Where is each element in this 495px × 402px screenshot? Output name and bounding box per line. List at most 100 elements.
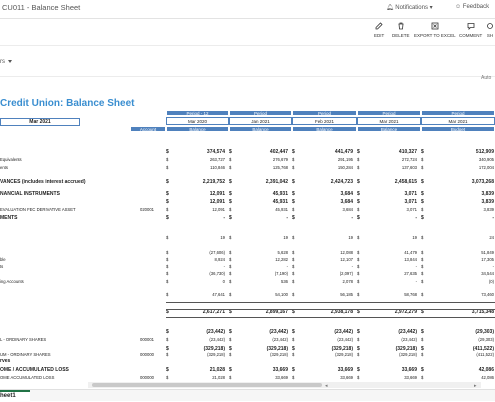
table-cell[interactable]: 56,185: [309, 292, 353, 297]
table-cell[interactable]: 33,669: [244, 367, 288, 373]
table-cell[interactable]: 58,768: [373, 292, 417, 297]
table-cell[interactable]: 19: [181, 235, 225, 240]
table-cell[interactable]: 33,669: [309, 367, 353, 373]
table-cell[interactable]: (23,442): [244, 329, 288, 335]
table-cell[interactable]: 17,305: [450, 257, 494, 262]
comment-button[interactable]: COMMENT: [459, 22, 482, 38]
table-cell[interactable]: 33,669: [373, 367, 417, 373]
filter-selector[interactable]: rs: [0, 59, 5, 65]
table-cell[interactable]: 12,088: [309, 250, 353, 255]
export-to-excel-button[interactable]: EXPORT TO EXCEL: [414, 22, 456, 38]
scrollbar-thumb[interactable]: [92, 383, 322, 387]
table-cell[interactable]: 41,479: [373, 250, 417, 255]
scroll-left-icon[interactable]: ◂: [325, 383, 328, 389]
table-cell[interactable]: 12,107: [309, 257, 353, 262]
table-cell[interactable]: (23,442): [244, 337, 288, 342]
notifications-link[interactable]: 🔔︎ Notifications ▾: [386, 4, 433, 11]
table-cell[interactable]: 3,839: [450, 199, 494, 205]
table-cell[interactable]: 150,284: [309, 165, 353, 170]
table-cell[interactable]: -: [373, 279, 417, 284]
table-cell[interactable]: 340,905: [450, 157, 494, 162]
table-cell[interactable]: -: [244, 215, 288, 221]
table-cell[interactable]: -: [181, 215, 225, 221]
table-cell[interactable]: 42,086: [450, 375, 494, 380]
table-cell[interactable]: 3,684: [309, 199, 353, 205]
table-cell[interactable]: 137,603: [373, 165, 417, 170]
table-cell[interactable]: 2,078: [309, 279, 353, 284]
table-cell[interactable]: (29,303): [450, 329, 494, 335]
table-cell[interactable]: 12,091: [181, 199, 225, 205]
horizontal-scrollbar[interactable]: ◂ ▸: [88, 382, 481, 389]
table-cell[interactable]: 12,091: [181, 207, 225, 212]
table-cell[interactable]: 47,641: [181, 292, 225, 297]
table-cell[interactable]: 3,071: [373, 207, 417, 212]
table-cell[interactable]: 536: [244, 279, 288, 284]
table-cell[interactable]: 374,574: [181, 149, 225, 155]
table-cell[interactable]: 2,391,042: [244, 179, 288, 185]
table-cell[interactable]: 125,768: [244, 165, 288, 170]
table-cell[interactable]: 51,849: [450, 250, 494, 255]
table-cell[interactable]: 45,931: [244, 191, 288, 197]
table-cell[interactable]: (27,606): [181, 250, 225, 255]
table-cell[interactable]: (0): [450, 279, 494, 284]
table-cell[interactable]: (23,442): [373, 337, 417, 342]
table-cell[interactable]: 42,086: [450, 367, 494, 373]
table-cell[interactable]: (29,303): [450, 337, 494, 342]
table-cell[interactable]: 19: [244, 235, 288, 240]
table-cell[interactable]: 5,628: [244, 250, 288, 255]
table-cell[interactable]: 276,679: [244, 157, 288, 162]
table-cell[interactable]: 21,028: [181, 367, 225, 373]
table-cell[interactable]: 441,479: [309, 149, 353, 155]
table-cell[interactable]: 263,727: [181, 157, 225, 162]
table-cell[interactable]: 19: [309, 235, 353, 240]
table-cell[interactable]: 24: [450, 235, 494, 240]
table-cell[interactable]: 2,424,723: [309, 179, 353, 185]
share-button[interactable]: SH: [486, 22, 494, 38]
table-cell[interactable]: -: [450, 264, 494, 269]
table-cell[interactable]: 12,282: [244, 257, 288, 262]
table-cell[interactable]: 33,669: [244, 375, 288, 380]
table-cell[interactable]: 27,635: [373, 271, 417, 276]
table-cell[interactable]: -: [181, 264, 225, 269]
table-cell[interactable]: 34,544: [450, 271, 494, 276]
table-cell[interactable]: 8,924: [181, 257, 225, 262]
table-cell[interactable]: (36,730): [181, 271, 225, 276]
table-cell[interactable]: 3,839: [450, 191, 494, 197]
table-cell[interactable]: 3,071: [373, 199, 417, 205]
delete-button[interactable]: DELETE: [392, 22, 410, 38]
table-cell[interactable]: 272,724: [373, 157, 417, 162]
table-cell[interactable]: 13,844: [373, 257, 417, 262]
table-cell[interactable]: -: [309, 264, 353, 269]
table-cell[interactable]: 402,447: [244, 149, 288, 155]
edit-button[interactable]: EDIT: [374, 22, 384, 38]
table-cell[interactable]: -: [373, 215, 417, 221]
table-cell[interactable]: (23,442): [309, 329, 353, 335]
table-cell[interactable]: (23,442): [181, 337, 225, 342]
table-cell[interactable]: 3,684: [309, 207, 353, 212]
table-cell[interactable]: 3,071: [373, 191, 417, 197]
sheet-tab[interactable]: heet1: [0, 390, 30, 402]
table-cell[interactable]: 45,931: [244, 199, 288, 205]
table-cell[interactable]: -: [373, 264, 417, 269]
table-cell[interactable]: (2,097): [309, 271, 353, 276]
scroll-right-icon[interactable]: ▸: [474, 383, 477, 389]
table-cell[interactable]: 21,028: [181, 375, 225, 380]
table-cell[interactable]: -: [309, 215, 353, 221]
table-cell[interactable]: 2,219,752: [181, 179, 225, 185]
table-cell[interactable]: 33,669: [309, 375, 353, 380]
table-cell[interactable]: 3,684: [309, 191, 353, 197]
table-cell[interactable]: 2,458,615: [373, 179, 417, 185]
table-cell[interactable]: 19: [373, 235, 417, 240]
table-cell[interactable]: 73,460: [450, 292, 494, 297]
table-cell[interactable]: 172,004: [450, 165, 494, 170]
table-cell[interactable]: (23,442): [309, 337, 353, 342]
table-cell[interactable]: (23,442): [373, 329, 417, 335]
table-cell[interactable]: 45,931: [244, 207, 288, 212]
table-cell[interactable]: 512,909: [450, 149, 494, 155]
table-cell[interactable]: (7,190): [244, 271, 288, 276]
table-cell[interactable]: (23,442): [181, 329, 225, 335]
table-cell[interactable]: 110,846: [181, 165, 225, 170]
feedback-link[interactable]: ☺ Feedback: [455, 4, 489, 10]
table-cell[interactable]: 33,669: [373, 375, 417, 380]
table-cell[interactable]: -: [450, 215, 494, 221]
